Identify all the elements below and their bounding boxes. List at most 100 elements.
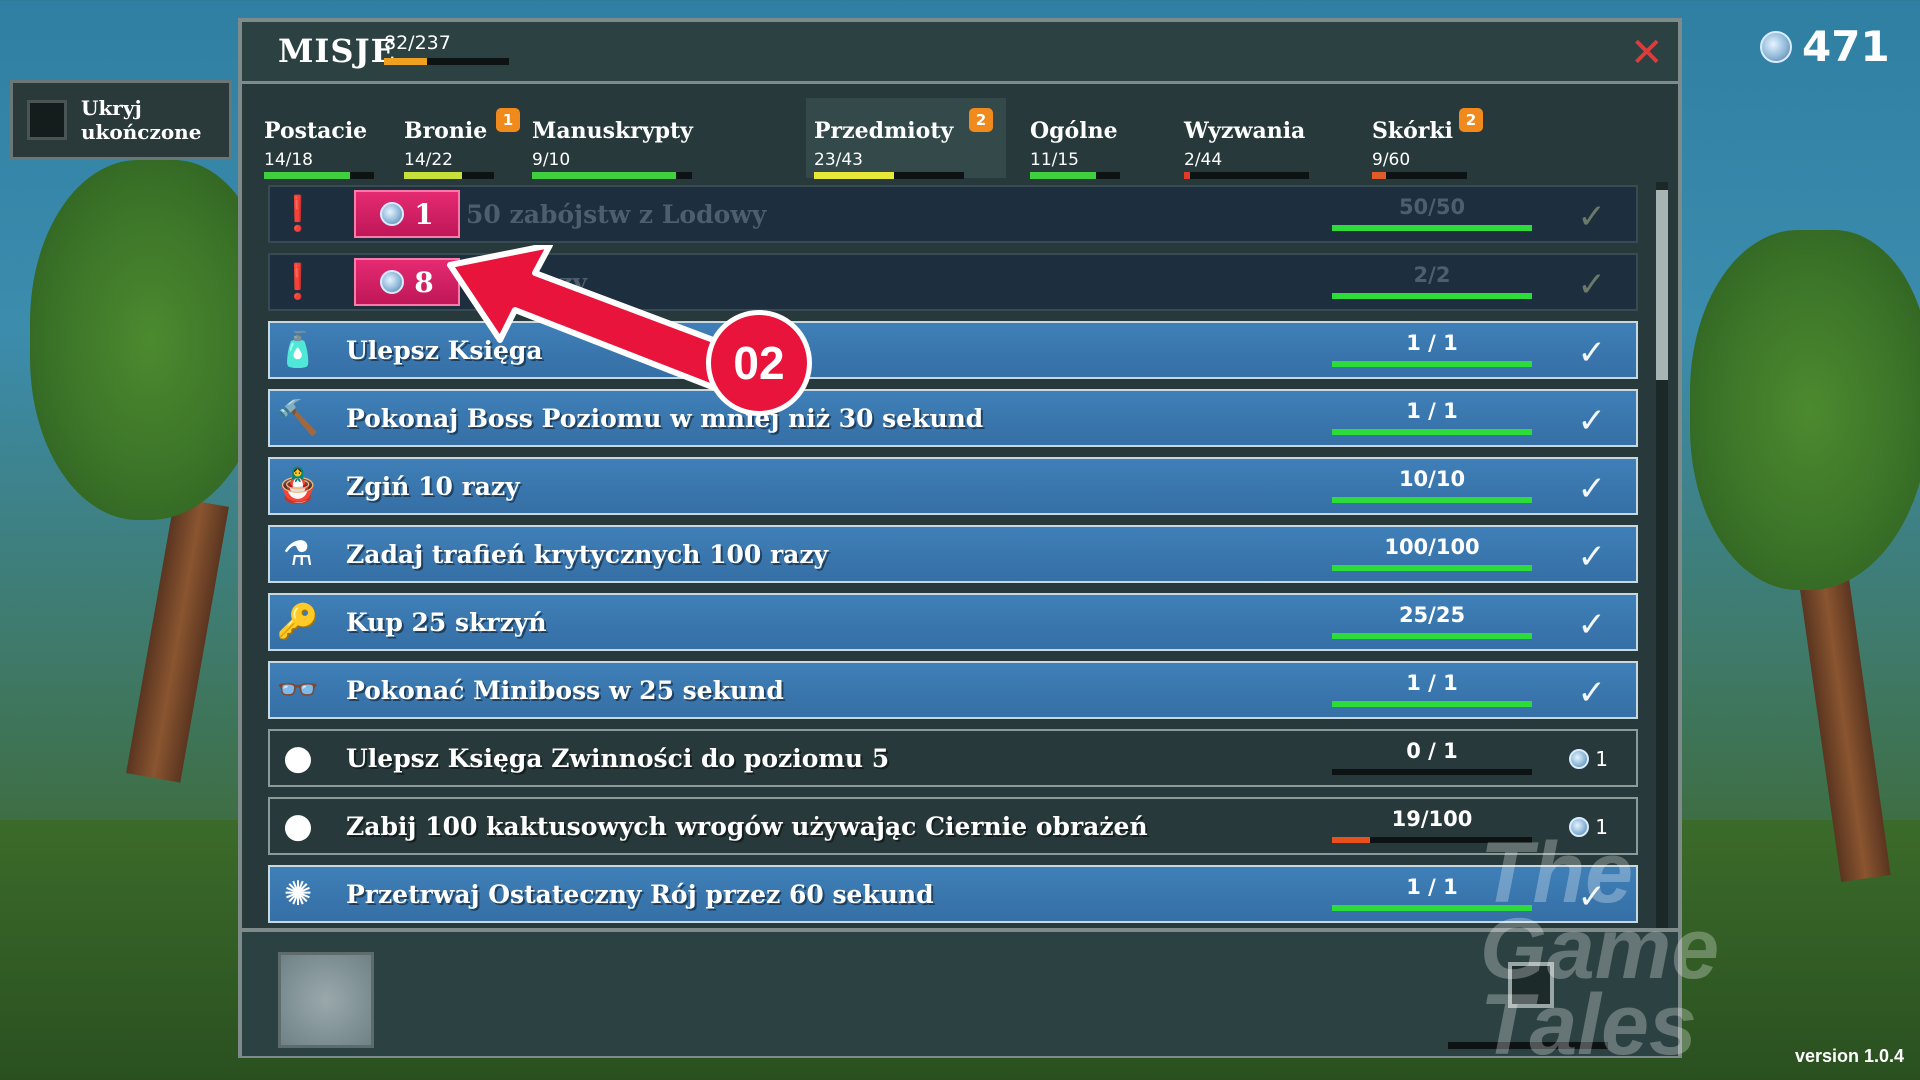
mission-progress: 1 / 1 [1332, 671, 1532, 707]
tab-postacie[interactable]: Postacie 14/18 [256, 98, 386, 179]
mission-progress-count: 1 / 1 [1406, 331, 1458, 355]
hammer-icon: 🔨 [276, 398, 320, 438]
mission-progress-bar [1332, 769, 1532, 775]
tab-ogólne[interactable]: Ogólne 11/15 [1022, 98, 1172, 179]
mission-row[interactable]: 🪆 Zgiń 10 razy 10/10 ✓ [268, 457, 1638, 515]
mission-row[interactable]: 🔨 Pokonaj Boss Poziomu w mniej niż 30 sek… [268, 389, 1638, 447]
hide-completed-label: Ukryj ukończone [81, 96, 211, 144]
annotation-step-badge: 02 [706, 310, 812, 416]
tab-manuskrypty[interactable]: Manuskrypty 9/10 [524, 98, 724, 179]
close-icon[interactable]: ✕ [1630, 33, 1664, 73]
tab-wyzwania[interactable]: Wyzwania 2/44 [1176, 98, 1356, 179]
mission-progress: 0 / 1 [1332, 739, 1532, 775]
glasses-icon: 👓 [276, 670, 320, 710]
hide-completed-toggle[interactable]: Ukryj ukończone [10, 80, 232, 160]
tab-count: 14/18 [264, 150, 313, 170]
mission-row[interactable]: 🔑 Kup 25 skrzyń 25/25 ✓ [268, 593, 1638, 651]
tab-notification-badge: 2 [969, 108, 993, 132]
tab-przedmioty[interactable]: Przedmioty 23/43 2 [806, 98, 1006, 179]
gem-icon [1569, 749, 1590, 769]
flask-icon: ⚗ [282, 534, 314, 574]
gem-icon [380, 270, 405, 294]
mission-progress-bar [1332, 293, 1532, 299]
mission-progress-count: 10/10 [1398, 467, 1466, 491]
mission-preview-image [278, 952, 374, 1048]
version-label: version 1.0.4 [1795, 1046, 1905, 1066]
watermark-line: Tales [1480, 977, 1697, 1073]
mission-reward: 1 [1569, 747, 1608, 771]
mission-progress-count: 50/50 [1398, 195, 1466, 219]
tab-progress-bar [404, 172, 494, 179]
silhouette-icon: ● [283, 738, 313, 778]
mission-progress-bar [1332, 429, 1532, 435]
mission-list-scrollbar[interactable] [1656, 182, 1668, 930]
hide-completed-label-line1: Ukryj [81, 96, 142, 120]
mission-progress: 1 / 1 [1332, 331, 1532, 367]
tab-count: 11/15 [1030, 150, 1079, 170]
mission-progress: 50/50 [1332, 195, 1532, 231]
mission-text: Zadaj trafień krytycznych 100 razy [346, 539, 829, 569]
tab-notification-badge: 1 [496, 108, 520, 132]
watermark-line: The [1480, 825, 1633, 921]
exclaim-icon: ❗ [276, 262, 320, 302]
tab-progress-bar [1184, 172, 1309, 179]
annotation-arrow [447, 245, 743, 393]
checkmark-icon: ✓ [1577, 333, 1607, 373]
mission-progress: 25/25 [1332, 603, 1532, 639]
tab-count: 9/60 [1372, 150, 1411, 170]
mission-progress-count: 1 / 1 [1406, 671, 1458, 695]
exclaim-icon: ❗ [276, 194, 320, 234]
mission-text: Zabij 100 kaktusowych wrogów używając Ci… [346, 811, 1148, 841]
mission-text: Przetrwaj Ostateczny Rój przez 60 sekund [346, 879, 934, 909]
voodoo-doll-icon: 🪆 [276, 466, 320, 506]
checkmark-icon: ✓ [1577, 401, 1607, 441]
background-tree [1690, 230, 1920, 590]
tab-label: Przedmioty [814, 118, 954, 144]
claim-reward-amount: 1 [414, 197, 434, 231]
mission-text: Zgiń 10 razy [346, 471, 520, 501]
tab-count: 14/22 [404, 150, 453, 170]
mission-row[interactable]: ❗ 1 50 zabójstw z Lodowy 50/50 ✓ [268, 185, 1638, 243]
scrollbar-thumb[interactable] [1656, 190, 1668, 380]
tab-label: Manuskrypty [532, 118, 693, 144]
silhouette-icon: ● [283, 806, 313, 846]
mission-reward-amount: 1 [1595, 747, 1608, 771]
panel-title: MISJE [278, 32, 397, 70]
tab-progress-bar [264, 172, 374, 179]
mission-row[interactable]: ✺ Przetrwaj Ostateczny Rój przez 60 sekun… [268, 865, 1638, 923]
mission-progress-bar [1332, 633, 1532, 639]
detail-panel [242, 928, 1678, 1056]
mission-text: 50 zabójstw z Lodowy [466, 199, 767, 229]
tab-label: Wyzwania [1184, 118, 1306, 144]
tab-label: Postacie [264, 118, 368, 144]
mission-progress: 2/2 [1332, 263, 1532, 299]
overall-progress-count: 82/237 [384, 32, 451, 54]
mission-row[interactable]: ● Ulepsz Księga Zwinności do poziomu 5 0 /… [268, 729, 1638, 787]
hide-completed-checkbox[interactable] [27, 100, 67, 140]
claim-reward-button[interactable]: 1 [354, 190, 460, 238]
mission-progress-bar [1332, 701, 1532, 707]
checkmark-icon: ✓ [1577, 537, 1607, 577]
checkmark-icon: ✓ [1577, 197, 1607, 237]
tab-skórki[interactable]: Skórki 9/60 2 [1364, 98, 1514, 179]
background-tree-trunk [126, 497, 229, 783]
mission-progress-bar [1332, 565, 1532, 571]
mission-row[interactable]: 👓 Pokonać Miniboss w 25 sekund 1 / 1 ✓ [268, 661, 1638, 719]
tab-progress-bar [532, 172, 692, 179]
mission-progress: 10/10 [1332, 467, 1532, 503]
hide-completed-label-line2: ukończone [81, 120, 202, 144]
watermark-line: Game [1480, 901, 1720, 997]
mission-text: Pokonać Miniboss w 25 sekund [346, 675, 784, 705]
watermark-logo: The Game Tales [1480, 825, 1720, 1073]
tab-progress-bar [1030, 172, 1120, 179]
checkmark-icon: ✓ [1577, 469, 1607, 509]
tab-progress-bar [1372, 172, 1467, 179]
tab-bronie[interactable]: Bronie 14/22 1 [396, 98, 526, 179]
mission-progress-count: 0 / 1 [1406, 739, 1458, 763]
mission-row[interactable]: ● Zabij 100 kaktusowych wrogów używając C… [268, 797, 1638, 855]
mission-text: Kup 25 skrzyń [346, 607, 547, 637]
mission-row[interactable]: ⚗ Zadaj trafień krytycznych 100 razy 100/1… [268, 525, 1638, 583]
tab-progress-bar [814, 172, 964, 179]
mission-text: Ulepsz Księga Zwinności do poziomu 5 [346, 743, 890, 773]
mission-text: Pokonaj Boss Poziomu w mniej niż 30 seku… [346, 403, 984, 433]
